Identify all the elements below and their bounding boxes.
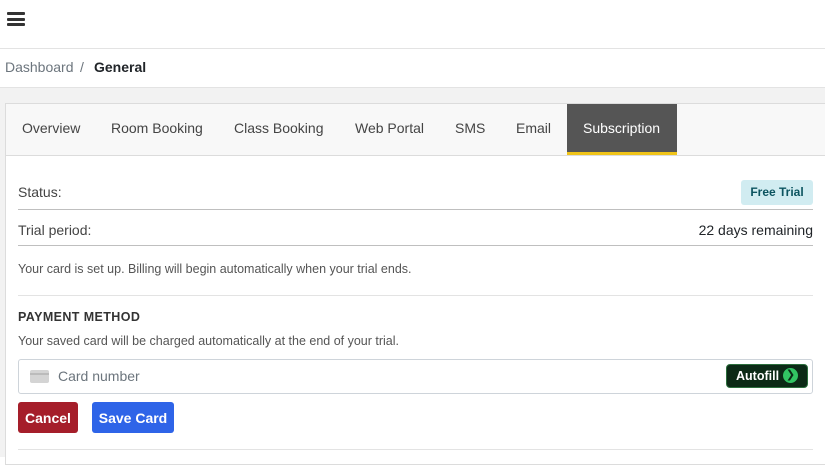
breadcrumb: Dashboard / General xyxy=(0,49,825,88)
autofill-button[interactable]: Autofill ❯ xyxy=(726,364,808,388)
tab-email[interactable]: Email xyxy=(516,104,551,155)
divider xyxy=(18,449,813,450)
breadcrumb-dashboard-link[interactable]: Dashboard xyxy=(5,59,74,75)
tab-subscription[interactable]: Subscription xyxy=(567,104,677,155)
divider xyxy=(18,209,813,210)
credit-card-icon xyxy=(30,370,49,383)
trial-period-label: Trial period: xyxy=(18,222,92,238)
tab-web-portal[interactable]: Web Portal xyxy=(355,104,424,155)
payment-description: Your saved card will be charged automati… xyxy=(18,334,399,348)
card-number-placeholder[interactable]: Card number xyxy=(58,368,140,384)
arrow-right-circle-icon: ❯ xyxy=(783,368,798,383)
breadcrumb-separator: / xyxy=(80,59,84,75)
tab-class-booking[interactable]: Class Booking xyxy=(234,104,324,155)
tab-sms[interactable]: SMS xyxy=(455,104,485,155)
divider xyxy=(18,295,813,296)
billing-note: Your card is set up. Billing will begin … xyxy=(18,262,412,276)
autofill-label: Autofill xyxy=(736,369,780,383)
tab-overview[interactable]: Overview xyxy=(22,104,80,155)
card-number-field[interactable]: Card number Autofill ❯ xyxy=(18,359,813,394)
payment-method-title: PAYMENT METHOD xyxy=(18,310,141,324)
cancel-button[interactable]: Cancel xyxy=(18,402,78,433)
top-bar xyxy=(0,0,825,49)
status-badge: Free Trial xyxy=(741,180,813,205)
settings-tabs: Overview Room Booking Class Booking Web … xyxy=(6,104,825,156)
tab-room-booking[interactable]: Room Booking xyxy=(111,104,203,155)
save-card-button[interactable]: Save Card xyxy=(92,402,174,433)
divider xyxy=(18,245,813,246)
breadcrumb-current: General xyxy=(94,59,147,75)
hamburger-menu-icon[interactable] xyxy=(7,12,25,26)
trial-period-value: 22 days remaining xyxy=(698,222,813,238)
status-label: Status: xyxy=(18,184,62,200)
